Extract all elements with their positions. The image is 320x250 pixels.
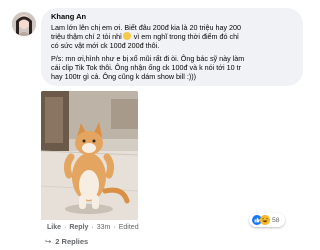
separator: · bbox=[64, 224, 67, 231]
reply-button[interactable]: Reply bbox=[69, 224, 88, 231]
comment-text-line: hay 100tr gì cả. Ông cũng k dám show bil… bbox=[51, 72, 197, 81]
comment-text-segment: triệu thậm chí 2 tỏi nhỉ bbox=[51, 32, 122, 41]
edited-label[interactable]: Edited bbox=[119, 224, 139, 231]
comment-text-line: P/s: mn ơi,hình như e bị xổ mũi rất đi ò… bbox=[51, 54, 245, 63]
comment-text-line: triệu thậm chí 2 tỏi nhỉ vì em nghĩ tron… bbox=[51, 32, 239, 41]
reactions-summary[interactable]: 58 bbox=[249, 213, 285, 227]
haha-icon bbox=[260, 215, 270, 225]
comment-text-segment: vì em nghĩ trong thời điểm đó chỉ bbox=[131, 32, 239, 41]
separator: · bbox=[91, 224, 94, 231]
cat-photo[interactable] bbox=[41, 91, 138, 220]
grinning-sweat-emoji-icon bbox=[122, 32, 131, 40]
profile-photo-icon bbox=[12, 12, 36, 36]
comment-actions: Like · Reply · 33m · Edited bbox=[47, 224, 139, 231]
comment-text-line: cái clip Tik Tok thôi. Ông nhận ống ck 1… bbox=[51, 63, 241, 72]
reaction-count: 58 bbox=[272, 216, 280, 224]
avatar[interactable] bbox=[12, 12, 36, 36]
cat-photo-image bbox=[41, 91, 138, 220]
comment-bubble: Khang An Lam lớn lên chị em ơi. Biết đâu… bbox=[41, 8, 303, 86]
comment-author[interactable]: Khang An bbox=[51, 12, 86, 21]
like-button[interactable]: Like bbox=[47, 224, 61, 231]
separator: · bbox=[113, 224, 116, 231]
reply-arrow-icon: ↪ bbox=[45, 237, 52, 246]
comment-time[interactable]: 33m bbox=[97, 224, 111, 231]
view-replies-link[interactable]: ↪ 2 Replies bbox=[45, 237, 88, 246]
comment-text-line: có sức vật mới ck 100đ 200đ thôi. bbox=[51, 41, 160, 50]
replies-label: 2 Replies bbox=[55, 237, 89, 246]
comment-text-line: Lam lớn lên chị em ơi. Biết đâu 200đ kia… bbox=[51, 23, 242, 32]
comment-item: Khang An Lam lớn lên chị em ơi. Biết đâu… bbox=[0, 0, 310, 250]
